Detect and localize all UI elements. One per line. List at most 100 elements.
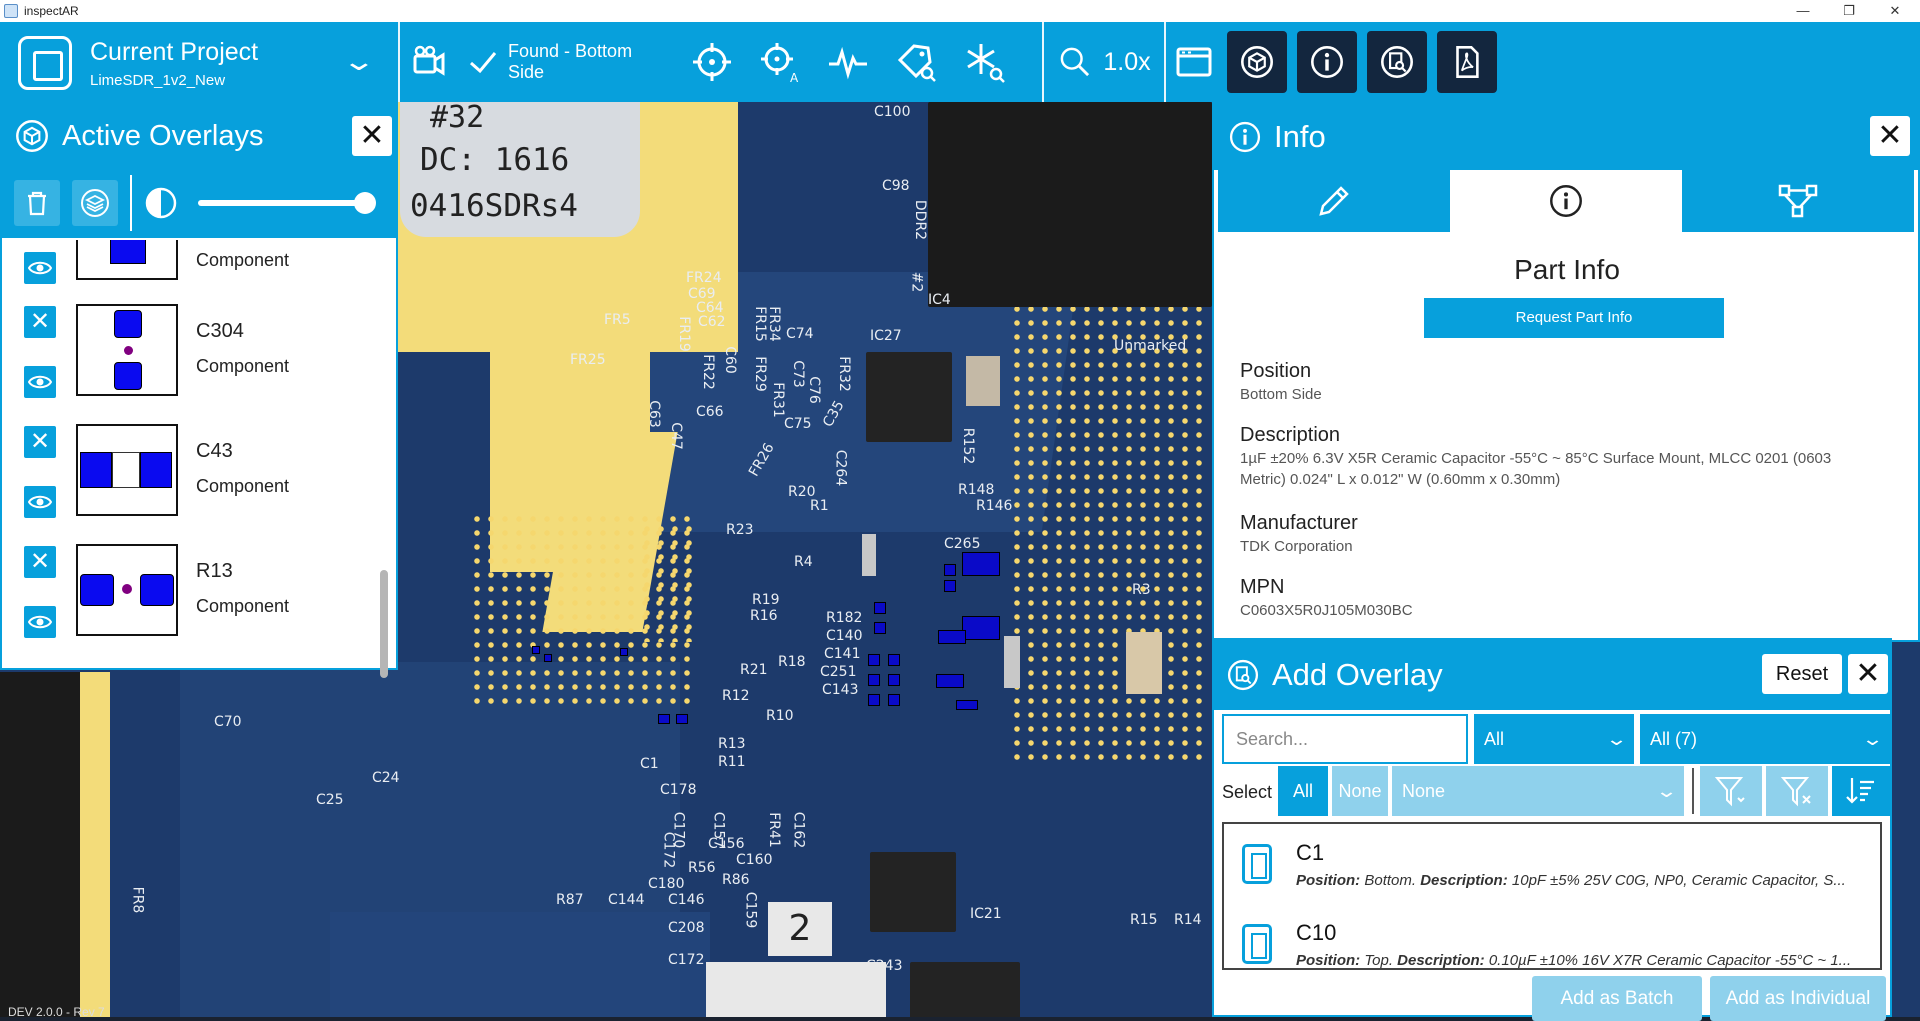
overlay-highlight[interactable] bbox=[532, 646, 540, 654]
silk-label: DDR2 bbox=[912, 199, 929, 241]
remove-overlay-button[interactable]: ✕ bbox=[24, 546, 56, 578]
signal-icon[interactable] bbox=[814, 22, 882, 102]
overlay-highlight[interactable] bbox=[676, 714, 688, 724]
crosshair-icon[interactable] bbox=[678, 22, 746, 102]
overlay-highlight[interactable] bbox=[956, 700, 978, 710]
overlays-scrollbar[interactable] bbox=[380, 570, 388, 678]
overlay-highlight[interactable] bbox=[874, 602, 886, 614]
overlay-highlight[interactable] bbox=[888, 694, 900, 706]
delete-overlays-button[interactable] bbox=[14, 180, 60, 226]
result-desc-label: Description: bbox=[1397, 952, 1485, 969]
overlay-cube-icon bbox=[16, 120, 48, 152]
selection-dropdown[interactable]: None ⌄ bbox=[1392, 766, 1684, 816]
add-as-batch-button[interactable]: Add as Batch bbox=[1532, 976, 1702, 1021]
tag-search-icon[interactable] bbox=[882, 22, 950, 102]
close-add-overlay-button[interactable]: ✕ bbox=[1848, 654, 1888, 694]
freeze-search-icon[interactable] bbox=[950, 22, 1018, 102]
camera-icon[interactable] bbox=[400, 22, 458, 102]
overlay-highlight[interactable] bbox=[874, 622, 886, 634]
mpn-value: C0603X5R0J105M030BC bbox=[1240, 602, 1413, 619]
window-icon[interactable] bbox=[1166, 22, 1222, 102]
type-filter-value: All (7) bbox=[1650, 729, 1698, 749]
filter-icon bbox=[1714, 777, 1745, 807]
minimize-button[interactable]: — bbox=[1780, 0, 1826, 22]
overlay-highlight[interactable] bbox=[868, 674, 880, 686]
manufacturer-value: TDK Corporation bbox=[1240, 538, 1353, 555]
reset-button[interactable]: Reset bbox=[1762, 654, 1842, 694]
pcb-white-label bbox=[706, 962, 886, 1017]
restore-button[interactable]: ❐ bbox=[1826, 0, 1872, 22]
search-doc-button[interactable] bbox=[1367, 31, 1427, 93]
eye-icon[interactable] bbox=[24, 606, 56, 638]
search-doc-icon bbox=[1227, 659, 1259, 691]
search-input[interactable]: Search... bbox=[1222, 714, 1468, 764]
close-info-button[interactable]: ✕ bbox=[1870, 116, 1910, 156]
chevron-down-icon[interactable]: ⌄ bbox=[341, 46, 376, 77]
pdf-button[interactable] bbox=[1437, 31, 1497, 93]
layers-button[interactable] bbox=[72, 180, 118, 226]
tab-connections[interactable] bbox=[1682, 170, 1914, 232]
overlay-type: Component bbox=[196, 596, 290, 616]
overlay-highlight[interactable] bbox=[868, 694, 880, 706]
list-item[interactable]: C1 Position: Bottom. Description: 10pF ±… bbox=[1224, 824, 1880, 902]
list-item[interactable]: ✕ C304 Component bbox=[2, 302, 382, 422]
silk-label: FR25 bbox=[570, 352, 606, 368]
overlay-highlight[interactable] bbox=[888, 654, 900, 666]
overlay-highlight[interactable] bbox=[620, 648, 628, 656]
overlay-highlight[interactable] bbox=[962, 552, 1000, 576]
project-selector[interactable]: Current Project LimeSDR_1v2_New ⌄ bbox=[0, 22, 398, 102]
info-button[interactable] bbox=[1297, 31, 1357, 93]
list-item[interactable]: ✕ C43 Component bbox=[2, 422, 382, 542]
eye-icon[interactable] bbox=[24, 486, 56, 518]
side-filter-value: All bbox=[1484, 729, 1505, 749]
eye-icon[interactable] bbox=[24, 252, 56, 284]
overlay-highlight[interactable] bbox=[938, 630, 966, 644]
pcb-ic21-chip bbox=[910, 962, 1020, 1017]
mpn-label: MPN bbox=[1240, 576, 1285, 598]
opacity-slider[interactable] bbox=[198, 192, 376, 214]
overlay-highlight[interactable] bbox=[944, 564, 956, 576]
silk-label: FR22 bbox=[699, 354, 716, 390]
type-filter-dropdown[interactable]: All (7) ⌄ bbox=[1640, 714, 1890, 764]
result-pos: Bottom. bbox=[1364, 872, 1417, 889]
crosshair-auto-icon[interactable]: A bbox=[746, 22, 814, 102]
remove-overlay-button[interactable]: ✕ bbox=[24, 306, 56, 338]
active-overlays-list: Component ✕ C304 Component ✕ C43 Compone… bbox=[2, 240, 396, 668]
silk-label: C75 bbox=[784, 416, 812, 432]
overlay-highlight[interactable] bbox=[888, 674, 900, 686]
overlay-highlight[interactable] bbox=[544, 654, 552, 662]
overlay-name: R13 bbox=[196, 560, 233, 582]
list-item[interactable]: ✕ R13 Component bbox=[2, 542, 382, 662]
overlay-cube-button[interactable] bbox=[1227, 31, 1287, 93]
overlay-highlight[interactable] bbox=[944, 580, 956, 592]
pcb-label-line2: DC: 1616 bbox=[420, 142, 570, 178]
overlay-highlight[interactable] bbox=[962, 616, 1000, 640]
app-icon bbox=[4, 4, 18, 18]
clear-filter-button[interactable] bbox=[1766, 766, 1828, 816]
thumb-center-dot bbox=[124, 346, 133, 355]
request-part-info-button[interactable]: Request Part Info bbox=[1424, 298, 1724, 338]
zoom-control[interactable]: 1.0x bbox=[1044, 22, 1164, 102]
overlay-highlight[interactable] bbox=[936, 674, 964, 688]
eye-icon[interactable] bbox=[24, 366, 56, 398]
overlay-highlight[interactable] bbox=[658, 714, 670, 724]
pcb-edge-dark bbox=[0, 672, 80, 1017]
silk-label: Unmarked bbox=[1114, 338, 1187, 354]
remove-overlay-button[interactable]: ✕ bbox=[24, 426, 56, 458]
side-filter-dropdown[interactable]: All ⌄ bbox=[1474, 714, 1634, 764]
tab-edit[interactable] bbox=[1218, 170, 1450, 232]
select-none-button[interactable]: None bbox=[1332, 766, 1388, 816]
close-active-overlays-button[interactable]: ✕ bbox=[352, 116, 392, 156]
opacity-slider-handle[interactable] bbox=[354, 192, 376, 214]
sort-button[interactable] bbox=[1832, 766, 1890, 816]
add-as-individual-button[interactable]: Add as Individual bbox=[1710, 976, 1886, 1021]
silk-label: C180 bbox=[648, 876, 685, 892]
list-item[interactable]: C10 Position: Top. Description: 0.10µF ±… bbox=[1224, 904, 1880, 969]
filter-button[interactable] bbox=[1700, 766, 1762, 816]
overlay-highlight[interactable] bbox=[868, 654, 880, 666]
pcb-capacitor bbox=[1126, 632, 1162, 694]
close-window-button[interactable]: ✕ bbox=[1872, 0, 1918, 22]
overlay-name: C43 bbox=[196, 440, 233, 462]
select-all-button[interactable]: All bbox=[1278, 766, 1328, 816]
tab-info[interactable] bbox=[1450, 170, 1682, 232]
